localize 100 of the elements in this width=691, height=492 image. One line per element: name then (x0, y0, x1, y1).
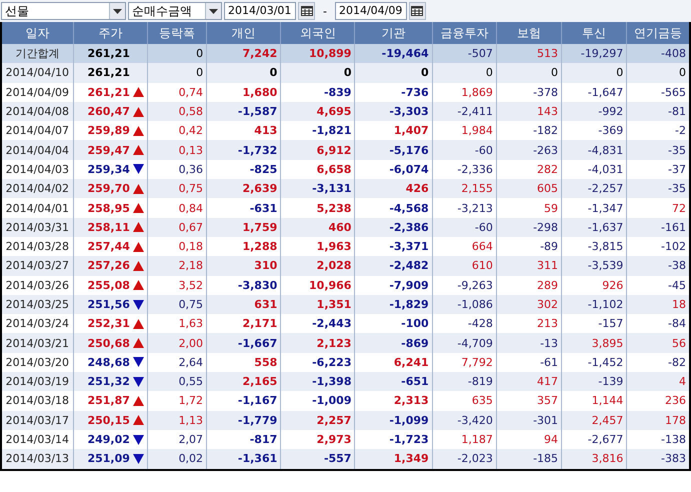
price-cell: 252,31 (87, 317, 130, 330)
value-cell: -4,831 (562, 140, 627, 160)
value-cell: 178 (626, 410, 690, 430)
price-cell: 251,87 (87, 394, 130, 408)
value-cell: 513 (496, 44, 562, 64)
change-cell: 0,13 (147, 140, 207, 160)
value-cell: -1,587 (206, 102, 281, 122)
column-header[interactable]: 일자 (1, 22, 74, 44)
range-separator: - (322, 4, 328, 18)
value-cell: 2,457 (562, 410, 627, 430)
column-header[interactable]: 등락폭 (147, 22, 207, 44)
value-cell: -507 (432, 44, 496, 64)
value-cell: -3,131 (280, 179, 355, 198)
price-cell: 250,68 (87, 336, 130, 350)
up-triangle-icon (132, 203, 144, 214)
price-cell: 259,47 (87, 144, 130, 157)
date-cell: 2014/04/04 (1, 140, 74, 160)
value-cell: 0 (626, 63, 690, 83)
value-cell: -263 (496, 140, 562, 160)
change-cell: 0 (147, 44, 207, 64)
value-cell: -13 (496, 333, 562, 353)
date-cell: 2014/03/25 (1, 294, 74, 314)
value-cell: 0 (496, 63, 562, 83)
value-cell: -1,732 (206, 140, 281, 160)
value-cell: -298 (496, 218, 562, 237)
column-header[interactable]: 외국인 (280, 22, 355, 44)
change-cell: 0,75 (147, 294, 207, 314)
value-cell: 18 (626, 294, 690, 314)
price-cell: 261,21 (87, 86, 130, 99)
value-cell: 6,912 (280, 140, 355, 160)
value-cell: -2,482 (354, 256, 432, 276)
value-cell: 0 (206, 63, 281, 83)
calendar-icon[interactable] (298, 2, 315, 20)
value-cell: 0 (562, 63, 627, 83)
value-cell: 1,349 (354, 449, 432, 470)
value-cell: 2,639 (206, 179, 281, 198)
value-cell: 460 (280, 218, 355, 237)
column-header[interactable]: 보험 (496, 22, 562, 44)
measure-dropdown[interactable]: 순매수금액 (128, 2, 222, 20)
value-cell: 2,155 (432, 179, 496, 198)
change-cell: 0,67 (147, 218, 207, 237)
up-triangle-icon (132, 280, 144, 290)
price-cell: 259,70 (87, 182, 130, 196)
value-cell: -1,361 (206, 449, 281, 470)
column-header[interactable]: 기관 (354, 22, 432, 44)
value-cell: -4,709 (432, 333, 496, 353)
up-triangle-icon (132, 415, 144, 426)
value-cell: -1,102 (562, 294, 627, 314)
value-cell: 3,816 (562, 449, 627, 470)
up-triangle-icon (132, 87, 144, 98)
date-cell: 2014/03/19 (1, 372, 74, 392)
value-cell: -185 (496, 449, 562, 470)
value-cell: 0 (432, 63, 496, 83)
price-cell: 258,95 (87, 202, 130, 215)
column-header[interactable]: 개인 (206, 22, 281, 44)
price-cell: 261,21 (87, 47, 130, 60)
price-cell: 259,89 (87, 124, 130, 138)
value-cell: -35 (626, 140, 690, 160)
value-cell: 610 (432, 256, 496, 276)
price-cell: 260,47 (87, 105, 130, 118)
date-cell: 2014/03/13 (1, 449, 74, 470)
start-date-field[interactable]: 2014/03/01 (224, 2, 296, 20)
up-triangle-icon (132, 184, 144, 194)
value-cell: 1,351 (280, 294, 355, 314)
down-triangle-icon (132, 434, 144, 445)
value-cell: 631 (206, 294, 281, 314)
end-date-field[interactable]: 2014/04/09 (334, 2, 407, 20)
value-cell: -3,420 (432, 410, 496, 430)
value-cell: 3,895 (562, 333, 627, 353)
price-cell: 251,56 (87, 298, 130, 311)
value-cell: 2,123 (280, 333, 355, 353)
date-cell: 2014/03/27 (1, 256, 74, 276)
value-cell: -557 (280, 449, 355, 470)
market-dropdown[interactable]: 선물 (1, 2, 126, 20)
column-header[interactable]: 연기금등 (626, 22, 690, 44)
value-cell: 1,759 (206, 218, 281, 237)
price-cell: 249,02 (87, 433, 130, 446)
change-cell: 0,75 (147, 179, 207, 198)
value-cell: -81 (626, 102, 690, 122)
value-cell: 417 (496, 372, 562, 392)
value-cell: 143 (496, 102, 562, 122)
price-cell: 251,32 (87, 375, 130, 388)
value-cell: -651 (354, 372, 432, 392)
date-cell: 2014/03/31 (1, 218, 74, 237)
up-triangle-icon (132, 318, 144, 329)
calendar-icon[interactable] (408, 2, 426, 20)
value-cell: -38 (626, 256, 690, 276)
value-cell: -139 (562, 372, 627, 392)
price-cell: 258,11 (87, 220, 130, 234)
up-triangle-icon (132, 126, 144, 136)
down-triangle-icon (132, 164, 144, 174)
price-cell: 251,09 (87, 452, 130, 466)
value-cell: -1,398 (280, 372, 355, 392)
date-cell: 기간합계 (1, 44, 74, 64)
change-cell: 2,00 (147, 333, 207, 353)
column-header[interactable]: 투신 (562, 22, 627, 44)
price-cell: 257,44 (87, 240, 130, 254)
value-cell: -1,637 (562, 218, 627, 237)
column-header[interactable]: 주가 (73, 22, 148, 44)
column-header[interactable]: 금융투자 (432, 22, 496, 44)
